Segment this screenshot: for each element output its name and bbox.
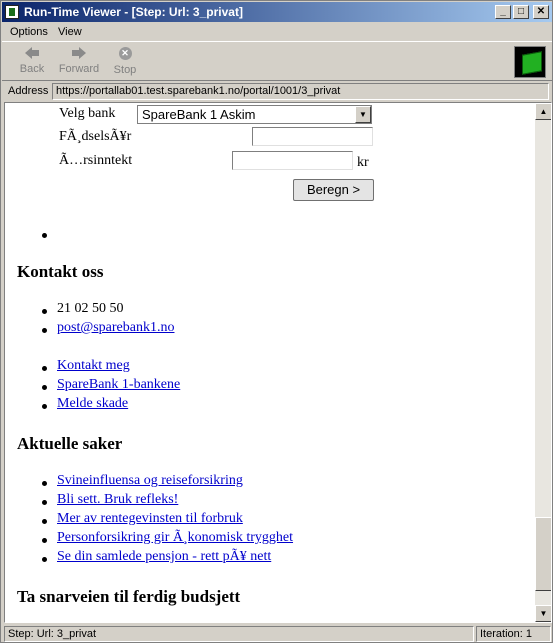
chevron-down-icon[interactable]: ▼ — [355, 106, 371, 123]
menu-bar: Options View — [2, 23, 552, 41]
calculate-button[interactable]: Beregn > — [293, 179, 374, 201]
arrow-left-icon — [24, 46, 40, 60]
forward-button[interactable]: Forward — [56, 44, 102, 80]
back-label: Back — [19, 63, 45, 75]
news-link[interactable]: Mer av rentegevinsten til forbruk — [57, 511, 243, 527]
stop-icon: ✕ — [118, 47, 132, 60]
menu-view[interactable]: View — [58, 26, 82, 38]
window-title: Run-Time Viewer - [Step: Url: 3_privat] — [24, 5, 243, 19]
news-link[interactable]: Svineinfluensa og reiseforsikring — [57, 473, 243, 489]
menu-options[interactable]: Options — [10, 26, 48, 38]
status-bar: Step: Url: 3_privat Iteration: 1 — [2, 625, 552, 643]
bank-select[interactable]: SpareBank 1 Askim ▼ — [137, 105, 372, 124]
maximize-button[interactable]: □ — [513, 5, 529, 19]
list-bullet — [42, 328, 47, 333]
list-bullet — [42, 366, 47, 371]
list-bullet — [42, 519, 47, 524]
minimize-button[interactable]: _ — [495, 5, 511, 19]
address-bar: Address https://portallab01.test.spareba… — [2, 82, 552, 101]
list-bullet — [42, 500, 47, 505]
list-bullet — [42, 385, 47, 390]
close-button[interactable]: ✕ — [533, 5, 549, 19]
birth-year-input[interactable] — [252, 127, 373, 146]
budget-heading: Ta snarveien til ferdig budsjett — [17, 587, 241, 606]
scrollbar-thumb[interactable] — [535, 517, 551, 591]
list-bullet — [42, 404, 47, 409]
empty-list-bullet — [42, 233, 47, 238]
news-heading: Aktuelle saker — [17, 434, 123, 453]
toolbar: Back Forward ✕ Stop — [2, 41, 552, 81]
income-unit: kr — [357, 155, 369, 170]
cube-logo-icon — [514, 46, 546, 78]
news-link[interactable]: Personforsikring gir Ã¸konomisk trygghet — [57, 530, 293, 546]
address-field[interactable]: https://portallab01.test.sparebank1.no/p… — [52, 83, 549, 100]
contact-heading: Kontakt oss — [17, 262, 104, 281]
status-iteration: Iteration: 1 — [476, 626, 551, 642]
list-bullet — [42, 481, 47, 486]
bank-label: Velg bank — [59, 106, 116, 121]
news-link[interactable]: Se din samlede pensjon - rett pÃ¥ nett — [57, 549, 271, 565]
status-step: Step: Url: 3_privat — [4, 626, 474, 642]
list-bullet — [42, 538, 47, 543]
address-label: Address — [8, 85, 49, 97]
arrow-right-icon — [71, 46, 87, 60]
income-label: Ã…rsinntekt — [59, 153, 133, 168]
back-button[interactable]: Back — [9, 44, 55, 80]
page-content: Velg bank SpareBank 1 Askim ▼ FÃ¸dselsÃ¥… — [5, 103, 535, 622]
forward-label: Forward — [58, 63, 100, 75]
title-bar[interactable]: Run-Time Viewer - [Step: Url: 3_privat] … — [2, 2, 552, 22]
scroll-down-icon[interactable]: ▼ — [535, 605, 551, 622]
income-input[interactable] — [232, 151, 353, 170]
scroll-up-icon[interactable]: ▲ — [535, 103, 551, 120]
list-bullet — [42, 309, 47, 314]
contact-me-link[interactable]: Kontakt meg — [57, 358, 130, 374]
vertical-scrollbar[interactable]: ▲ ▼ — [535, 103, 551, 622]
birth-year-label: FÃ¸dselsÃ¥r — [59, 129, 132, 144]
sparebank-banks-link[interactable]: SpareBank 1-bankene — [57, 377, 180, 393]
contact-phone: 21 02 50 50 — [57, 301, 124, 316]
contact-email-link[interactable]: post@sparebank1.no — [57, 320, 174, 336]
list-bullet — [42, 557, 47, 562]
stop-button[interactable]: ✕ Stop — [102, 44, 148, 80]
run-time-viewer-window: Run-Time Viewer - [Step: Url: 3_privat] … — [0, 0, 553, 643]
bank-select-value: SpareBank 1 Askim — [142, 107, 256, 122]
news-link[interactable]: Bli sett. Bruk refleks! — [57, 492, 178, 508]
report-damage-link[interactable]: Melde skade — [57, 396, 128, 412]
app-icon — [5, 5, 19, 19]
stop-label: Stop — [113, 64, 137, 76]
browser-viewport: Velg bank SpareBank 1 Askim ▼ FÃ¸dselsÃ¥… — [4, 102, 552, 623]
